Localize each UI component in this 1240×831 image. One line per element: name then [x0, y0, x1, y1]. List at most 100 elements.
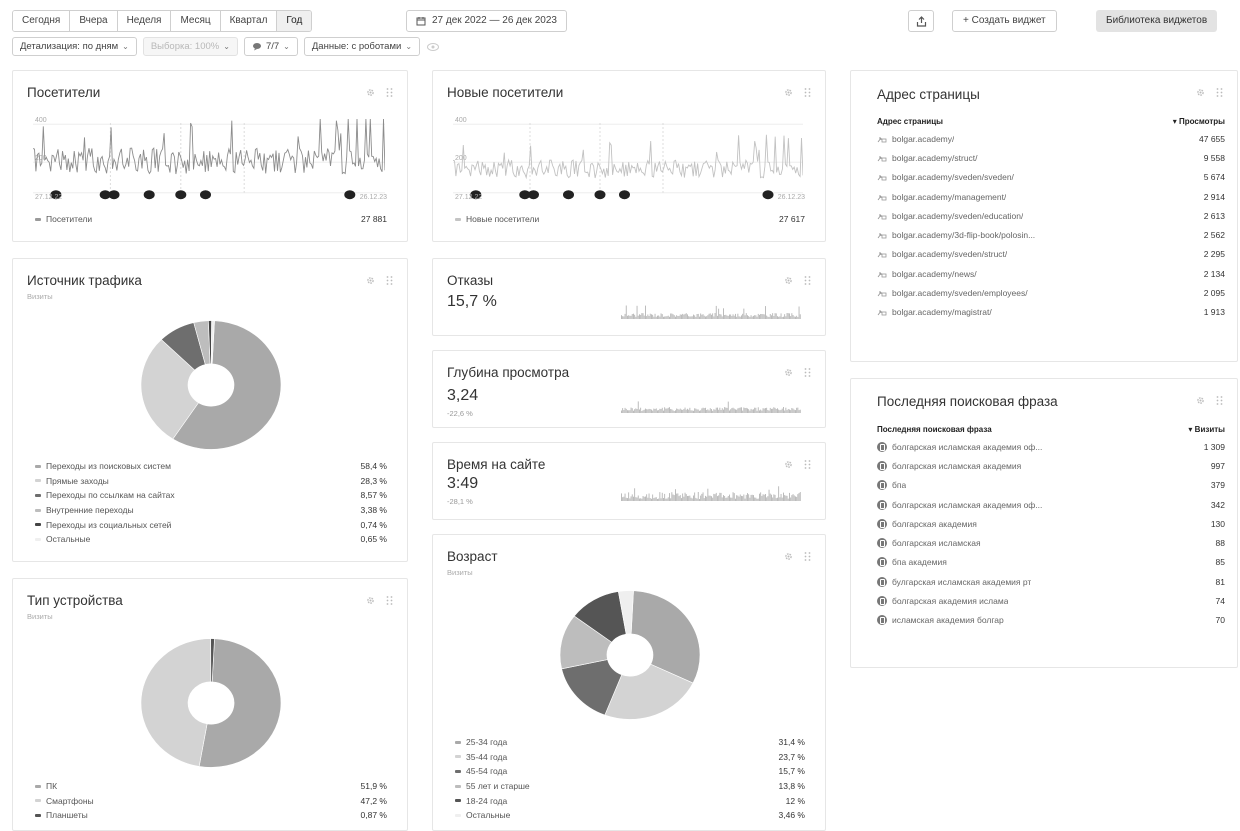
table-row[interactable]: bolgar.academy/sveden/education/2 613 — [877, 206, 1225, 225]
legend-row[interactable]: Прямые заходы 28,3 % — [35, 474, 387, 489]
gear-icon[interactable] — [365, 87, 376, 98]
external-link-icon[interactable] — [877, 231, 887, 239]
period-quarter[interactable]: Квартал — [220, 11, 278, 31]
table-row[interactable]: булгарская исламская академия рт 81 — [877, 572, 1225, 591]
device-donut-chart[interactable] — [101, 633, 321, 773]
table-row[interactable]: bolgar.academy/management/2 914 — [877, 187, 1225, 206]
drag-handle-icon[interactable] — [802, 459, 813, 470]
bounce-sparkline[interactable] — [621, 297, 801, 319]
attribution-dropdown[interactable]: 7/7 ⌄ — [243, 37, 298, 56]
drag-handle-icon[interactable] — [802, 87, 813, 98]
gear-icon[interactable] — [1195, 87, 1206, 98]
table-row[interactable]: bolgar.academy/3d-flip-book/polosin... 2 … — [877, 225, 1225, 244]
legend-row[interactable]: Переходы по ссылкам на сайтах 8,57 % — [35, 488, 387, 503]
table-row[interactable]: болгарская исламская академия 997 — [877, 456, 1225, 475]
table-row[interactable]: bolgar.academy/47 655 — [877, 129, 1225, 148]
table-row[interactable]: болгарская исламская 88 — [877, 533, 1225, 552]
annotation-marker[interactable] — [619, 190, 630, 200]
legend-row[interactable]: Переходы из поисковых систем 58,4 % — [35, 459, 387, 474]
visitors-line-chart[interactable] — [33, 111, 385, 206]
annotation-marker[interactable] — [528, 190, 539, 200]
drag-handle-icon[interactable] — [384, 87, 395, 98]
legend-row[interactable]: Планшеты 0,87 % — [35, 808, 387, 823]
period-month[interactable]: Месяц — [171, 11, 221, 31]
table-row[interactable]: bolgar.academy/news/2 134 — [877, 264, 1225, 283]
table-row[interactable]: бпа 379 — [877, 476, 1225, 495]
traffic-donut-chart[interactable] — [101, 315, 321, 455]
column-header[interactable]: Последняя поисковая фраза — [877, 425, 992, 434]
eye-icon[interactable] — [426, 40, 440, 54]
new-visitors-line-chart[interactable] — [453, 111, 803, 206]
table-row[interactable]: исламская академия болгар 70 — [877, 611, 1225, 630]
table-row[interactable]: болгарская исламская академия оф... 342 — [877, 495, 1225, 514]
sample-dropdown[interactable]: Выборка: 100% ⌄ — [142, 37, 238, 56]
gear-icon[interactable] — [365, 595, 376, 606]
annotation-marker[interactable] — [762, 190, 774, 200]
age-donut-chart[interactable] — [520, 585, 740, 725]
gear-icon[interactable] — [365, 275, 376, 286]
drag-handle-icon[interactable] — [802, 275, 813, 286]
create-widget-button[interactable]: + Создать виджет — [952, 10, 1057, 32]
gear-icon[interactable] — [1195, 395, 1206, 406]
table-row[interactable]: bolgar.academy/sveden/employees/2 095 — [877, 283, 1225, 302]
table-row[interactable]: bolgar.academy/sveden/struct/2 295 — [877, 245, 1225, 264]
legend-row[interactable]: Внутренние переходы 3,38 % — [35, 503, 387, 518]
drag-handle-icon[interactable] — [1214, 395, 1225, 406]
annotation-marker[interactable] — [563, 190, 574, 200]
external-link-icon[interactable] — [877, 193, 887, 201]
column-header[interactable]: Адрес страницы — [877, 117, 943, 126]
series-line[interactable] — [33, 118, 385, 175]
external-link-icon[interactable] — [877, 154, 887, 162]
table-row[interactable]: болгарская исламская академия оф... 1 309 — [877, 437, 1225, 456]
column-header-sort[interactable]: ▾ Визиты — [1188, 425, 1225, 434]
series-line[interactable] — [453, 134, 803, 180]
external-link-icon[interactable] — [877, 250, 887, 258]
detail-dropdown[interactable]: Детализация: по дням ⌄ — [12, 37, 137, 56]
external-link-icon[interactable] — [877, 289, 887, 297]
period-today[interactable]: Сегодня — [13, 11, 71, 31]
widget-library-button[interactable]: Библиотека виджетов — [1096, 10, 1218, 32]
gear-icon[interactable] — [783, 459, 794, 470]
legend-row[interactable]: Смартфоны 47,2 % — [35, 794, 387, 809]
legend-row[interactable]: Остальные 3,46 % — [455, 808, 805, 823]
export-button[interactable] — [908, 10, 934, 32]
date-range-button[interactable]: 27 дек 2022 — 26 дек 2023 — [406, 10, 567, 32]
depth-sparkline[interactable] — [621, 391, 801, 413]
gear-icon[interactable] — [783, 275, 794, 286]
external-link-icon[interactable] — [877, 135, 887, 143]
donut-slice[interactable] — [630, 590, 701, 684]
gear-icon[interactable] — [783, 367, 794, 378]
time-sparkline[interactable] — [621, 479, 801, 501]
table-row[interactable]: bolgar.academy/magistrat/1 913 — [877, 303, 1225, 322]
drag-handle-icon[interactable] — [1214, 87, 1225, 98]
legend-row[interactable]: Переходы из социальных сетей 0,74 % — [35, 517, 387, 532]
drag-handle-icon[interactable] — [384, 275, 395, 286]
legend-row[interactable]: 45-54 года 15,7 % — [455, 764, 805, 779]
external-link-icon[interactable] — [877, 173, 887, 181]
external-link-icon[interactable] — [877, 212, 887, 220]
donut-slice[interactable] — [140, 638, 212, 767]
period-year[interactable]: Год — [277, 11, 312, 31]
legend-row[interactable]: 25-34 года 31,4 % — [455, 735, 805, 750]
table-row[interactable]: болгарская академия ислама 74 — [877, 591, 1225, 610]
drag-handle-icon[interactable] — [802, 551, 813, 562]
legend-row[interactable]: 18-24 года 12 % — [455, 793, 805, 808]
annotation-marker[interactable] — [200, 190, 211, 200]
legend-row[interactable]: Остальные 0,65 % — [35, 532, 387, 547]
table-row[interactable]: болгарская академия 130 — [877, 514, 1225, 533]
external-link-icon[interactable] — [877, 270, 887, 278]
annotation-marker[interactable] — [143, 190, 155, 200]
annotation-marker[interactable] — [594, 190, 606, 200]
annotation-marker[interactable] — [108, 190, 120, 200]
annotation-marker[interactable] — [175, 190, 187, 200]
column-header-sort[interactable]: ▾ Просмотры — [1173, 117, 1225, 126]
table-row[interactable]: bolgar.academy/sveden/sveden/5 674 — [877, 168, 1225, 187]
legend-row[interactable]: 35-44 года 23,7 % — [455, 750, 805, 765]
period-week[interactable]: Неделя — [117, 11, 172, 31]
gear-icon[interactable] — [783, 551, 794, 562]
annotation-marker[interactable] — [344, 190, 356, 200]
robots-dropdown[interactable]: Данные: с роботами ⌄ — [303, 37, 421, 56]
external-link-icon[interactable] — [877, 308, 887, 316]
gear-icon[interactable] — [783, 87, 794, 98]
legend-row[interactable]: ПК 51,9 % — [35, 779, 387, 794]
